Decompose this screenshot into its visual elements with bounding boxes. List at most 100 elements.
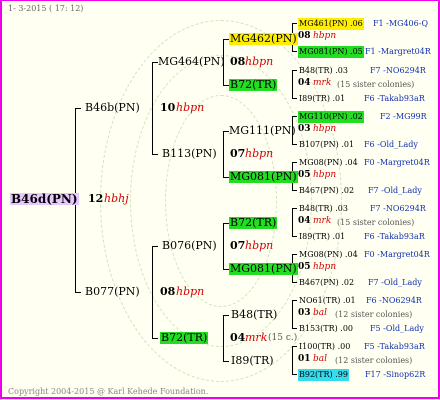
g4-node-id: F5 -Takab93aR — [364, 342, 425, 351]
g4-node-name[interactable]: MG08(PN) .04 — [299, 249, 358, 261]
g4-node-name[interactable]: B107(PN) .01 — [299, 139, 354, 151]
g4-node-id: F7 -NO6294R — [370, 204, 426, 213]
connector — [292, 51, 297, 52]
g4-node-id: F6 -NO6294R — [366, 296, 422, 305]
connector — [75, 108, 81, 109]
g4-node-name[interactable]: I100(TR) .00 — [299, 341, 350, 353]
g4-node-id: F5 -Old_Lady — [370, 324, 424, 333]
g3-node-name[interactable]: MG462(PN) — [229, 33, 298, 45]
g3-node-name[interactable]: B48(TR) — [231, 309, 277, 321]
g2-node-name[interactable]: MG464(PN) — [158, 56, 225, 68]
connector — [223, 223, 224, 270]
g3-number: 04 — [298, 78, 311, 88]
g4-node-id: F7 -Old_Lady — [368, 186, 422, 195]
connector — [292, 162, 297, 163]
g4-node-id: F0 -Margret04R — [364, 250, 430, 259]
g4-node-name[interactable]: B92(TR) .99 — [298, 369, 349, 381]
connector — [292, 346, 293, 375]
connector — [152, 246, 153, 339]
g4-node-name[interactable]: MG08(PN) .04 — [299, 157, 358, 169]
g3-tag: mrk — [313, 216, 332, 226]
g3-tag: bal — [313, 308, 328, 318]
g4-node-name[interactable]: B467(PN) .02 — [299, 185, 354, 197]
g2-node-number: 07 — [230, 147, 246, 160]
g2-node-number: 04 — [230, 331, 246, 344]
g1-mother-name[interactable]: B46b(PN) — [85, 102, 140, 114]
g4-node-id: F0 -Margret04R — [364, 158, 430, 167]
g3-number: 05 — [298, 262, 311, 272]
g4-node-name[interactable]: B48(TR) .03 — [299, 203, 348, 215]
root-queen-number: 12 — [88, 192, 104, 205]
g4-node-id: F7 -Old_Lady — [368, 278, 422, 287]
g3-number: 08 — [298, 31, 311, 41]
connector — [292, 374, 297, 375]
connector — [223, 315, 229, 316]
g4-node-name[interactable]: MG081(PN) .05 — [298, 46, 364, 58]
g4-node-id: F6 -Takab93aR — [364, 232, 425, 241]
g4-node-id: F6 -Takab93aR — [364, 94, 425, 103]
g3-number: 01 — [298, 354, 311, 364]
header-timestamp: 1- 3-2015 ( 17: 12) — [8, 4, 84, 13]
g3-tag: mrk — [313, 78, 332, 88]
g4-node-name[interactable]: I89(TR) .01 — [299, 93, 345, 105]
connector — [292, 116, 297, 117]
g3-node-name[interactable]: MG081(PN) — [229, 263, 298, 275]
connector — [292, 98, 297, 99]
connector — [292, 190, 297, 191]
g3-extra: (15 sister colonies) — [337, 80, 415, 89]
g4-node-id: F17 -Sinop62R — [365, 370, 426, 379]
connector — [292, 208, 297, 209]
g4-node-name[interactable]: NO61(TR) .01 — [299, 295, 356, 307]
g4-node-id: F1 -MG406-Q — [373, 19, 428, 28]
g1-father-name[interactable]: B077(PN) — [85, 286, 140, 298]
g2-node-number: 08 — [230, 55, 246, 68]
connector — [292, 144, 297, 145]
g3-number: 03 — [298, 124, 311, 134]
connector — [152, 246, 158, 247]
g4-node-id: F2 -MG99R — [380, 112, 427, 121]
root-queen-name[interactable]: B46d(PN) — [10, 193, 79, 205]
g3-tag: hbpn — [313, 262, 337, 272]
connector — [223, 361, 229, 362]
g4-node-name[interactable]: B153(TR) .00 — [299, 323, 353, 335]
g4-node-id: F6 -Old_Lady — [364, 140, 418, 149]
g4-node-name[interactable]: MG461(PN) .06 — [298, 18, 364, 30]
g2-node-extra: (15 c.) — [268, 333, 298, 343]
g4-node-name[interactable]: B467(PN) .02 — [299, 277, 354, 289]
g3-tag: hbpn — [313, 124, 337, 134]
connector — [292, 254, 297, 255]
connector — [292, 300, 297, 301]
connector — [292, 70, 297, 71]
g1-mother-tag: hbpn — [176, 101, 205, 114]
connector — [152, 62, 153, 155]
g3-node-name[interactable]: B72(TR) — [229, 79, 278, 91]
connector — [223, 315, 224, 362]
g3-node-name[interactable]: MG081(PN) — [229, 171, 298, 183]
connector — [75, 292, 81, 293]
g3-tag: hbpn — [313, 31, 337, 41]
copyright-footer: Copyright 2004-2015 @ Karl Kehede Founda… — [8, 387, 209, 396]
g4-node-name[interactable]: I89(TR) .01 — [299, 231, 345, 243]
g3-number: 03 — [298, 308, 311, 318]
connector — [292, 23, 297, 24]
connector — [292, 70, 293, 99]
connector — [292, 282, 297, 283]
g2-node-name[interactable]: B72(TR) — [160, 332, 209, 344]
g1-mother-number: 10 — [160, 101, 176, 114]
g2-node-name[interactable]: B113(PN) — [162, 148, 217, 160]
g3-number: 05 — [298, 170, 311, 180]
g4-node-name[interactable]: MG110(PN) .02 — [298, 111, 364, 123]
g1-father-tag: hbpn — [176, 285, 205, 298]
connector — [292, 300, 293, 329]
g3-extra: (12 sister colonies) — [335, 356, 413, 365]
g4-node-name[interactable]: B48(TR) .03 — [299, 65, 348, 77]
g3-number: 04 — [298, 216, 311, 226]
g3-extra: (12 sister colonies) — [335, 310, 413, 319]
g2-node-tag: hbpn — [245, 239, 274, 252]
g3-node-name[interactable]: MG111(PN) — [229, 125, 296, 137]
g2-node-name[interactable]: B076(PN) — [162, 240, 217, 252]
g4-node-id: F1 -Margret04R — [365, 47, 431, 56]
root-queen-tag: hbhj — [104, 192, 129, 205]
g3-node-name[interactable]: I89(TR) — [231, 355, 274, 367]
g3-node-name[interactable]: B72(TR) — [229, 217, 278, 229]
